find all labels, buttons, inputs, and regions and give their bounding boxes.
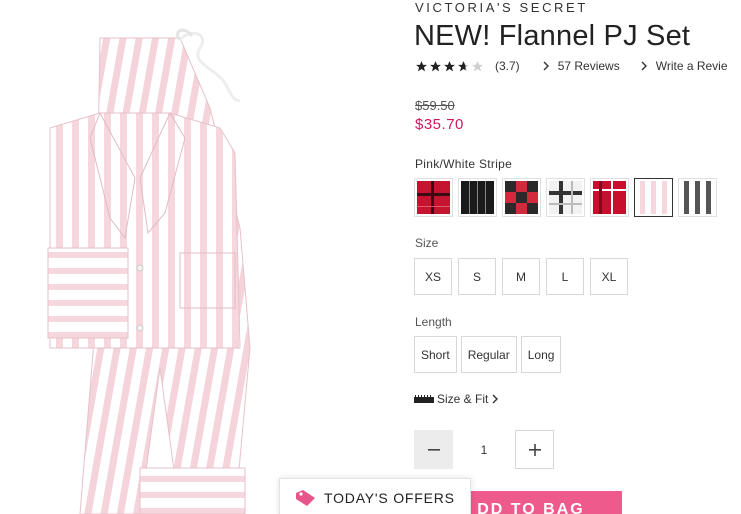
original-price: $59.50 [415, 98, 455, 113]
todays-offers-button[interactable]: TODAY'S OFFERS [279, 478, 471, 514]
size-option-m[interactable]: M [502, 258, 540, 295]
write-review-link[interactable]: Write a Revie [640, 59, 728, 73]
quantity-decrease-button[interactable] [414, 430, 453, 469]
selected-color-label: Pink/White Stripe [415, 157, 513, 171]
swatch-red-black-plaid[interactable] [414, 178, 453, 217]
plus-icon [528, 443, 541, 456]
half-star-icon [458, 60, 469, 71]
rating-row: (3.7) 57 Reviews Write a Revie [415, 57, 741, 75]
color-swatches [414, 178, 722, 217]
sale-price: $35.70 [415, 116, 464, 133]
star-icon [416, 60, 427, 71]
reviews-link[interactable]: 57 Reviews [542, 59, 620, 73]
product-image[interactable] [40, 28, 270, 514]
brand-name: VICTORIA'S SECRET [415, 0, 588, 15]
size-option-xl[interactable]: XL [590, 258, 628, 295]
length-label: Length [415, 315, 452, 329]
minus-icon [427, 448, 440, 451]
swatch-red-plaid[interactable] [590, 178, 629, 217]
star-icon [430, 60, 441, 71]
star-icon [444, 60, 455, 71]
chevron-right-icon [492, 394, 499, 404]
size-options: XS S M L XL [414, 258, 634, 295]
rating-value: (3.7) [495, 59, 520, 73]
chevron-right-icon [543, 61, 549, 71]
product-title: NEW! Flannel PJ Set [414, 20, 691, 52]
length-option-short[interactable]: Short [414, 336, 457, 373]
star-rating[interactable] [415, 60, 485, 73]
swatch-grey-white-stripe[interactable] [678, 178, 717, 217]
length-options: Short Regular Long [414, 336, 565, 373]
length-option-regular[interactable]: Regular [460, 336, 517, 373]
chevron-right-icon [641, 61, 647, 71]
size-label: Size [415, 236, 439, 250]
ruler-icon [414, 395, 434, 403]
quantity-increase-button[interactable] [515, 430, 554, 469]
swatch-pink-white-stripe[interactable] [634, 178, 673, 217]
quantity-value[interactable]: 1 [453, 443, 515, 457]
size-option-s[interactable]: S [458, 258, 496, 295]
size-fit-link[interactable]: Size & Fit [414, 392, 499, 406]
swatch-red-black-check[interactable] [502, 178, 541, 217]
length-option-long[interactable]: Long [520, 336, 562, 373]
swatch-black-white-plaid[interactable] [546, 178, 585, 217]
todays-offers-label: TODAY'S OFFERS [324, 490, 455, 506]
tag-icon [296, 490, 315, 506]
size-fit-label: Size & Fit [437, 392, 489, 406]
write-review-label: Write a Revie [655, 59, 728, 73]
reviews-link-label: 57 Reviews [557, 59, 620, 73]
size-option-l[interactable]: L [546, 258, 584, 295]
empty-star-icon [472, 60, 483, 71]
swatch-black-stripe[interactable] [458, 178, 497, 217]
size-option-xs[interactable]: XS [414, 258, 452, 295]
quantity-stepper: 1 [414, 430, 554, 469]
